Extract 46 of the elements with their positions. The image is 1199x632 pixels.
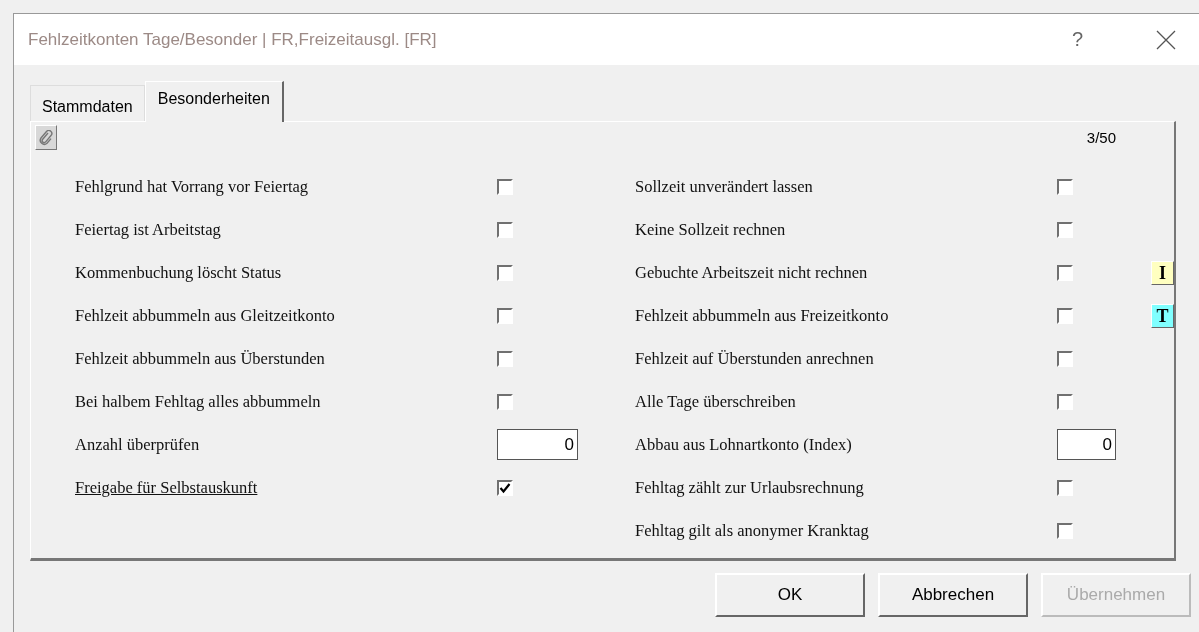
checkbox[interactable] [1057, 479, 1073, 496]
option-label: Keine Sollzeit rechnen [635, 219, 787, 240]
checkbox[interactable] [497, 178, 513, 195]
help-button[interactable]: ? [1071, 28, 1083, 51]
checkbox[interactable] [497, 479, 513, 496]
side-button[interactable]: I [1151, 260, 1174, 285]
checkbox[interactable] [1057, 221, 1073, 238]
checkbox[interactable] [497, 350, 513, 367]
option-link[interactable]: Freigabe für Selbstauskunft [75, 477, 497, 498]
window-title: Fehlzeitkonten Tage/Besonder | FR,Freizeitausgl. [FR] [27, 29, 438, 50]
checkbox[interactable] [497, 393, 513, 410]
side-button[interactable]: T [1151, 303, 1174, 328]
option-label: Fehlzeit abbummeln aus Gleitzeitkonto [75, 305, 336, 326]
option-label: Kommenbuchung löscht Status [75, 262, 283, 283]
paperclip-icon [39, 129, 53, 146]
option-label: Abbau aus Lohnartkonto (Index) [635, 434, 853, 455]
attach-button[interactable] [35, 125, 57, 150]
option-label: Fehltag gilt als anonymer Kranktag [635, 520, 870, 541]
tab[interactable]: Stammdaten [30, 85, 145, 121]
close-icon [1155, 28, 1177, 51]
option-label: Fehlzeit abbummeln aus Freizeitkonto [635, 305, 890, 326]
checkbox[interactable] [1057, 178, 1073, 195]
option-label: Fehlzeit abbummeln aus Überstunden [75, 348, 326, 369]
dialog-button[interactable]: OK [715, 573, 865, 617]
checkbox[interactable] [497, 221, 513, 238]
number-field[interactable]: 0 [497, 429, 578, 460]
dialog-button[interactable]: Abbrechen [878, 573, 1028, 617]
record-counter: 3/50 [1086, 129, 1116, 146]
checkbox[interactable] [1057, 307, 1073, 324]
checkbox[interactable] [1057, 522, 1073, 539]
checkbox[interactable] [1057, 393, 1073, 410]
tab[interactable]: Besonderheiten [144, 81, 284, 122]
checkbox[interactable] [497, 307, 513, 324]
option-label: Fehlgrund hat Vorrang vor Feiertag [75, 176, 310, 197]
option-label: Anzahl überprüfen [75, 434, 201, 455]
checkbox[interactable] [1057, 350, 1073, 367]
number-field[interactable]: 0 [1057, 429, 1116, 460]
option-label: Fehltag zählt zur Urlaubsrechnung [635, 477, 865, 498]
option-label: Bei halbem Fehltag alles abbummeln [75, 391, 322, 412]
checkbox[interactable] [1057, 264, 1073, 281]
option-label: Gebuchte Arbeitszeit nicht rechnen [635, 262, 869, 283]
option-label: Alle Tage überschreiben [635, 391, 797, 412]
option-label: Fehlzeit auf Überstunden anrechnen [635, 348, 875, 369]
option-label: Sollzeit unverändert lassen [635, 176, 814, 197]
checkbox[interactable] [497, 264, 513, 281]
option-label: Feiertag ist Arbeitstag [75, 219, 222, 240]
